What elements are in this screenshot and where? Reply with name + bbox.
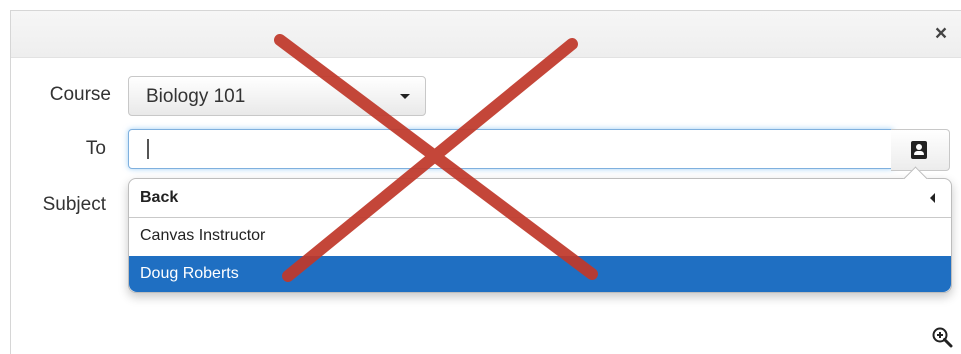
back-item[interactable]: Back bbox=[129, 179, 951, 218]
compose-dialog: × Course Biology 101 To Subject Back Can… bbox=[10, 10, 961, 354]
recipients-dropdown: Back Canvas Instructor Doug Roberts bbox=[128, 166, 952, 293]
subject-label: Subject bbox=[42, 194, 106, 215]
caret-down-icon bbox=[400, 94, 410, 99]
course-select[interactable]: Biology 101 bbox=[128, 76, 426, 116]
zoom-in-icon[interactable] bbox=[931, 326, 953, 348]
address-book-button[interactable] bbox=[891, 129, 950, 171]
list-item[interactable]: Canvas Instructor bbox=[129, 218, 951, 254]
to-input[interactable] bbox=[128, 129, 893, 169]
chevron-left-icon bbox=[930, 193, 935, 203]
course-label: Course bbox=[49, 84, 111, 105]
to-label: To bbox=[85, 138, 106, 159]
back-label: Back bbox=[140, 189, 179, 206]
list-item-selected[interactable]: Doug Roberts bbox=[129, 256, 951, 292]
list-item-label: Doug Roberts bbox=[140, 265, 239, 282]
address-book-icon bbox=[911, 141, 927, 159]
list-item-label: Canvas Instructor bbox=[140, 227, 266, 244]
close-icon[interactable]: × bbox=[930, 23, 952, 45]
dialog-titlebar: × bbox=[11, 11, 961, 58]
text-cursor bbox=[147, 139, 149, 159]
course-select-value: Biology 101 bbox=[146, 86, 246, 107]
